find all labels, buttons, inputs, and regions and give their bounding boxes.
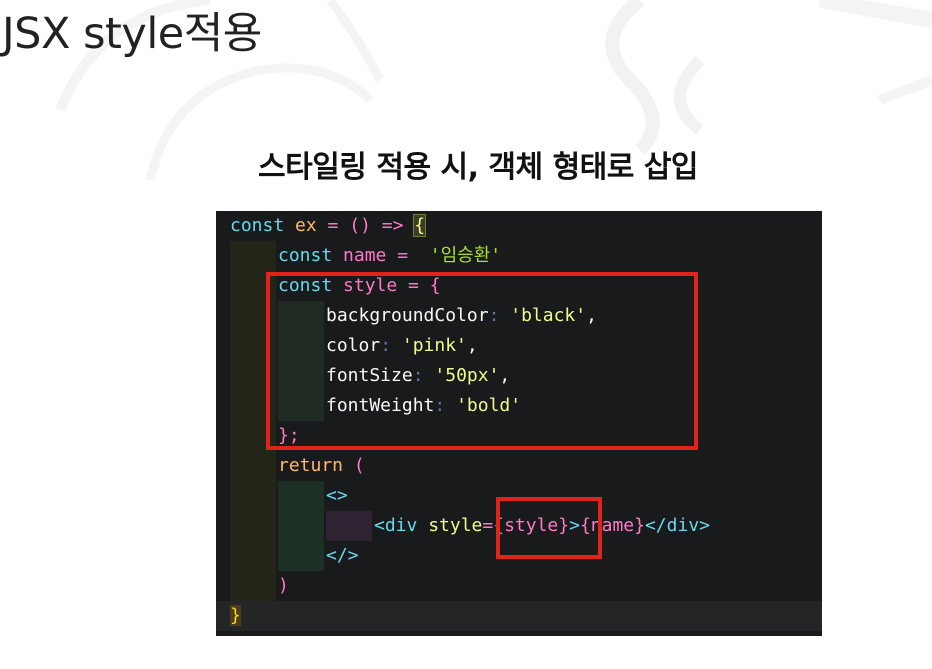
style-object-highlight-box xyxy=(266,272,698,450)
style-prop-highlight-box xyxy=(496,497,602,559)
slide-subtitle: 스타일링 적용 시, 객체 형태로 삽입 xyxy=(258,150,699,185)
code-line-1: const ex = () => { xyxy=(230,214,427,237)
slide-title: JSX style적용 xyxy=(2,9,262,59)
code-line-9: return ( xyxy=(278,455,365,476)
code-line-10: <> xyxy=(326,485,348,506)
code-line-11: <div style={style}>{name}</div> xyxy=(374,515,710,536)
code-line-12: </> xyxy=(326,545,359,566)
code-line-14: } xyxy=(230,605,241,626)
code-line-13: ) xyxy=(278,575,289,596)
code-line-2: const name = '임승환' xyxy=(278,245,502,266)
